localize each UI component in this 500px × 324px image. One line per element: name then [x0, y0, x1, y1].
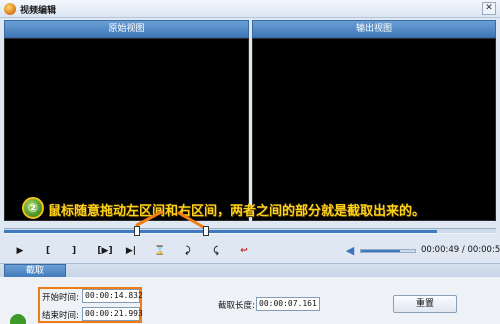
left-range-handle[interactable] — [133, 226, 140, 236]
speaker-icon[interactable]: ◀ — [343, 244, 357, 258]
end-time-field[interactable]: 00:00:21.993 — [82, 307, 143, 321]
window-title: 视频编辑 — [20, 6, 57, 16]
tab-strip: 截取 — [0, 263, 500, 279]
cut-icon[interactable]: ⌛ — [152, 243, 168, 259]
play-button[interactable]: ▶ — [12, 243, 28, 259]
close-icon[interactable]: ✕ — [482, 2, 496, 15]
end-time-label: 结束时间: — [42, 311, 79, 321]
reset-button[interactable]: 重置 — [393, 295, 457, 313]
step-forward-button[interactable]: ▶| — [122, 243, 140, 259]
play-selection-button[interactable]: [▶] — [94, 243, 116, 259]
volume-slider[interactable] — [360, 249, 416, 253]
decorative-leaf-icon — [10, 314, 26, 324]
mark-start-button[interactable]: [ — [40, 243, 56, 259]
current-time: 00:00:49 — [421, 245, 460, 255]
undo-icon[interactable]: ↩ — [236, 243, 252, 259]
source-view-header: 原始视图 — [4, 20, 249, 38]
timeline-track[interactable] — [4, 228, 496, 234]
total-time: 00:00:55 — [467, 245, 500, 255]
output-view-header: 输出视图 — [252, 20, 496, 38]
playback-controls: ▶ [ ] [▶] ▶| ⌛ ⤸ ⤹ ↩ ◀ 00:00:49 / 00:00:… — [0, 240, 500, 262]
right-range-handle[interactable] — [202, 226, 209, 236]
mark-end-button[interactable]: ] — [66, 243, 82, 259]
start-time-label: 开始时间: — [42, 293, 79, 303]
source-video-view — [4, 38, 249, 221]
start-time-field[interactable]: 00:00:14.832 — [82, 289, 143, 303]
time-readout: 00:00:49 / 00:00:55 — [421, 245, 500, 255]
volume-level — [361, 250, 400, 252]
rotate-left-icon[interactable]: ⤸ — [180, 243, 196, 259]
title-bar: 视频编辑 ✕ — [0, 0, 500, 18]
annotation-text: 鼠标随意拖动左区间和右区间，两者之间的部分就是截取出来的。 — [48, 204, 426, 219]
step-number-badge: ② — [22, 197, 44, 219]
length-label: 截取长度: — [218, 301, 255, 311]
length-field: 00:00:07.161 — [256, 297, 320, 311]
timeline-progress — [4, 230, 437, 233]
rotate-right-icon[interactable]: ⤹ — [208, 243, 224, 259]
app-icon — [4, 3, 16, 15]
output-video-view — [252, 38, 496, 221]
